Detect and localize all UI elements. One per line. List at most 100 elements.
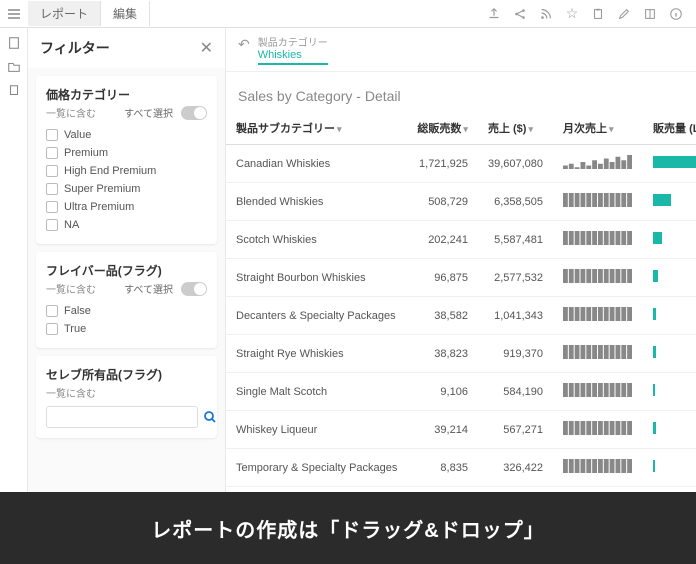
book-icon[interactable]: [638, 2, 662, 26]
column-header[interactable]: 販売量 (L)▾: [643, 112, 696, 145]
topbar-actions: ☆: [482, 2, 696, 26]
sort-caret-icon[interactable]: ▾: [337, 124, 342, 134]
page-icon[interactable]: [5, 34, 23, 52]
filter-option[interactable]: NA: [46, 216, 207, 234]
column-header[interactable]: 製品サブカテゴリー▾: [226, 112, 407, 145]
table-row[interactable]: Straight Bourbon Whiskies96,8752,577,532: [226, 259, 696, 297]
cell-bar: [643, 335, 696, 373]
filter-option[interactable]: Super Premium: [46, 180, 207, 198]
breadcrumb-value[interactable]: Whiskies: [258, 49, 328, 65]
cell-bar: [643, 145, 696, 183]
filter-search-input[interactable]: [46, 406, 198, 428]
column-header[interactable]: 月次売上▾: [553, 112, 643, 145]
checkbox-icon[interactable]: [46, 323, 58, 335]
cell-sales: 919,370: [478, 335, 553, 373]
filter-section-title: 価格カテゴリー: [46, 86, 207, 103]
cell-sales: 2,577,532: [478, 259, 553, 297]
table-row[interactable]: Blended Whiskies508,7296,358,505: [226, 183, 696, 221]
close-icon[interactable]: ✕: [200, 38, 213, 58]
checkbox-icon[interactable]: [46, 165, 58, 177]
filter-option[interactable]: High End Premium: [46, 162, 207, 180]
filter-option-label: High End Premium: [64, 165, 156, 177]
filter-panel: フィルター ✕ 価格カテゴリー 一覧に含む すべて選択 ValuePremium…: [28, 28, 226, 492]
upload-icon[interactable]: [482, 2, 506, 26]
cell-sales: 326,422: [478, 449, 553, 487]
cell-sales: 1,041,343: [478, 297, 553, 335]
filter-section-sub: 一覧に含む: [46, 105, 96, 120]
cell-sales: 6,358,505: [478, 183, 553, 221]
cell-sparkline: [553, 335, 643, 373]
table-row[interactable]: Temporary & Specialty Packages8,835326,4…: [226, 449, 696, 487]
table-row[interactable]: Single Malt Scotch9,106584,190: [226, 373, 696, 411]
column-label: 総販売数: [417, 123, 461, 135]
cell-bar: [643, 373, 696, 411]
clipboard-icon[interactable]: [586, 2, 610, 26]
filter-option-label: Premium: [64, 147, 108, 159]
filter-options: Value Premium High End Premium Super Premiu…: [46, 126, 207, 234]
checkbox-icon[interactable]: [46, 183, 58, 195]
checkbox-icon[interactable]: [46, 147, 58, 159]
bookmark-icon[interactable]: [5, 82, 23, 100]
cell-name: Single Malt Scotch: [226, 373, 407, 411]
star-icon[interactable]: ☆: [560, 2, 584, 26]
checkbox-icon[interactable]: [46, 201, 58, 213]
filter-option[interactable]: Value: [46, 126, 207, 144]
filter-option-label: Ultra Premium: [64, 201, 134, 213]
cell-name: Whiskey Liqueur: [226, 411, 407, 449]
cell-sparkline: [553, 145, 643, 183]
back-icon[interactable]: ↶: [238, 36, 250, 53]
tab-report[interactable]: レポート: [28, 1, 101, 26]
cell-sales: 584,190: [478, 373, 553, 411]
cell-bar: [643, 259, 696, 297]
column-label: 売上 ($): [488, 123, 527, 135]
column-header[interactable]: 総販売数▾: [407, 112, 478, 145]
cell-name: Straight Rye Whiskies: [226, 335, 407, 373]
column-label: 製品サブカテゴリー: [236, 123, 335, 135]
cell-bar: [643, 449, 696, 487]
select-all-toggle[interactable]: [181, 282, 207, 296]
filter-option[interactable]: True: [46, 320, 207, 338]
select-all-label: すべて選択: [124, 105, 173, 120]
share-icon[interactable]: [508, 2, 532, 26]
table-row[interactable]: Decanters & Specialty Packages38,5821,04…: [226, 297, 696, 335]
cell-bar: [643, 411, 696, 449]
cell-qty: 9,106: [407, 373, 478, 411]
filter-option-label: False: [64, 305, 91, 317]
sort-caret-icon[interactable]: ▾: [463, 124, 468, 134]
column-label: 販売量 (L): [653, 123, 696, 135]
cell-qty: 96,875: [407, 259, 478, 297]
checkbox-icon[interactable]: [46, 305, 58, 317]
data-table-wrap[interactable]: 製品サブカテゴリー▾総販売数▾売上 ($)▾月次売上▾販売量 (L)▾ Cana…: [226, 112, 696, 492]
tab-edit[interactable]: 編集: [101, 1, 150, 26]
checkbox-icon[interactable]: [46, 219, 58, 231]
folder-icon[interactable]: [5, 58, 23, 76]
pencil-icon[interactable]: [612, 2, 636, 26]
filter-option[interactable]: Premium: [46, 144, 207, 162]
cell-sparkline: [553, 373, 643, 411]
hamburger-icon[interactable]: [0, 0, 28, 28]
filter-option-label: True: [64, 323, 86, 335]
filter-option[interactable]: False: [46, 302, 207, 320]
cell-bar: [643, 183, 696, 221]
select-all-toggle[interactable]: [181, 106, 207, 120]
table-row[interactable]: Canadian Whiskies1,721,92539,607,080: [226, 145, 696, 183]
sort-caret-icon[interactable]: ▾: [528, 124, 533, 134]
sort-caret-icon[interactable]: ▾: [609, 124, 614, 134]
checkbox-icon[interactable]: [46, 129, 58, 141]
search-icon[interactable]: [202, 406, 218, 428]
table-row[interactable]: Scotch Whiskies202,2415,587,481: [226, 221, 696, 259]
table-row[interactable]: Straight Rye Whiskies38,823919,370: [226, 335, 696, 373]
filter-section-title: フレイバー品(フラグ): [46, 262, 207, 279]
filter-option[interactable]: Ultra Premium: [46, 198, 207, 216]
cell-sparkline: [553, 259, 643, 297]
info-icon[interactable]: [664, 2, 688, 26]
filter-option-label: Value: [64, 129, 91, 141]
cell-qty: 8,835: [407, 449, 478, 487]
cell-sales: 39,607,080: [478, 145, 553, 183]
filter-option-label: Super Premium: [64, 183, 140, 195]
table-row[interactable]: Whiskey Liqueur39,214567,271: [226, 411, 696, 449]
cell-name: Canadian Whiskies: [226, 145, 407, 183]
rss-icon[interactable]: [534, 2, 558, 26]
cell-sparkline: [553, 411, 643, 449]
column-header[interactable]: 売上 ($)▾: [478, 112, 553, 145]
